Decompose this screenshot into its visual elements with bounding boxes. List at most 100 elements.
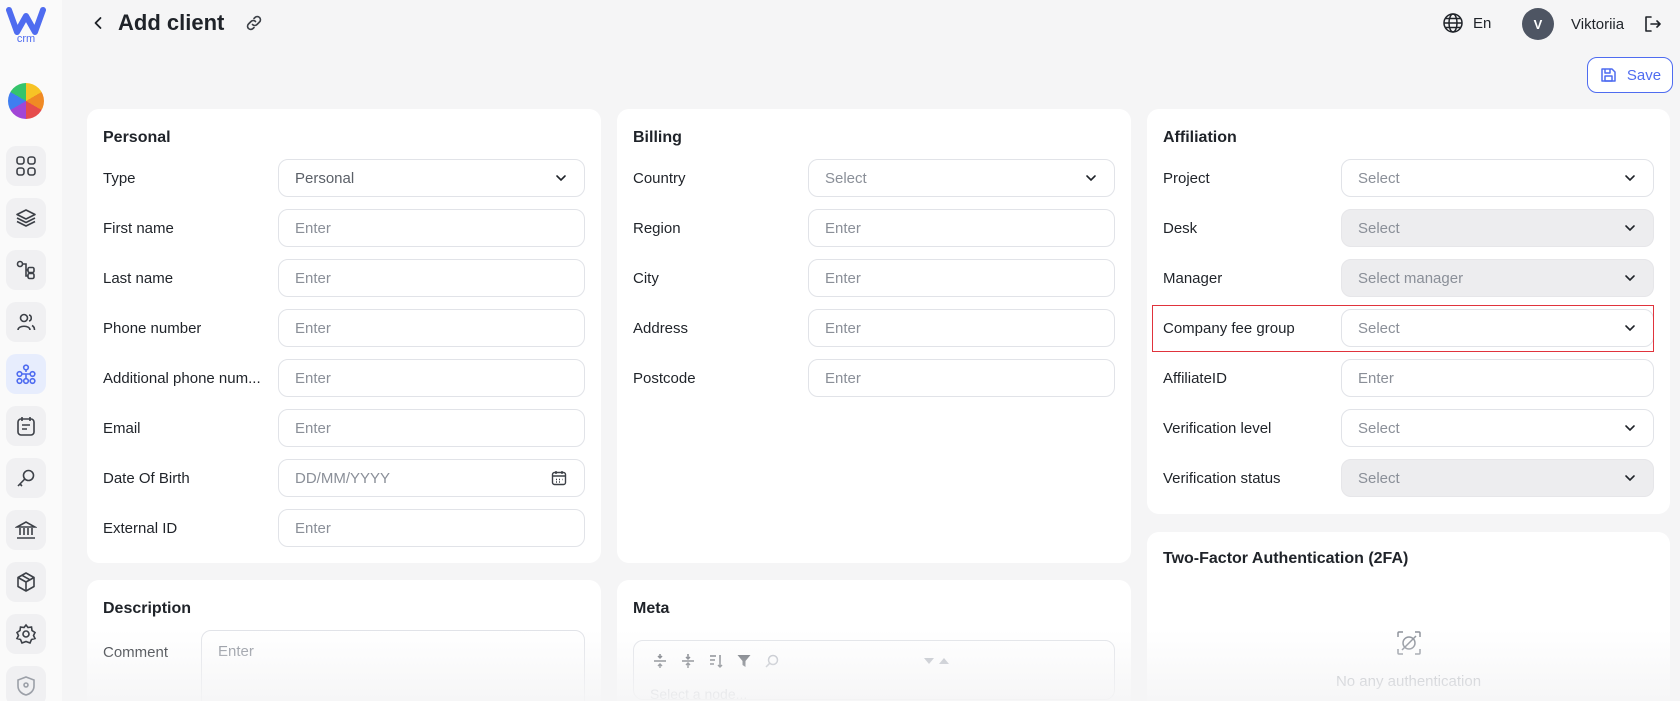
affiliate-id-input[interactable]: Enter: [1341, 359, 1654, 397]
external-id-input[interactable]: Enter: [278, 509, 585, 547]
field-type: Type Personal: [103, 159, 585, 197]
manager-label: Manager: [1163, 269, 1223, 287]
globe-icon: [1443, 13, 1463, 33]
chevron-down-icon: [556, 175, 566, 182]
field-country: Country Select: [633, 159, 1115, 197]
verification-level-select[interactable]: Select: [1341, 409, 1654, 447]
filter-icon[interactable]: [736, 653, 752, 669]
personal-card: Personal Type Personal First name Enter …: [87, 109, 601, 563]
region-input[interactable]: Enter: [808, 209, 1115, 247]
comment-textarea[interactable]: Enter: [201, 630, 585, 701]
field-manager: Manager Select manager: [1163, 259, 1654, 297]
network-icon: [16, 364, 36, 385]
field-date-of-birth: Date Of Birth DD/MM/YYYY: [103, 459, 585, 497]
highlight-box: [1152, 305, 1654, 352]
sort-icon[interactable]: [708, 653, 724, 669]
phone-input[interactable]: Enter: [278, 309, 585, 347]
country-value: Select: [825, 169, 867, 187]
navigate-arrows-icon[interactable]: [922, 655, 952, 667]
color-wheel-icon[interactable]: [8, 83, 44, 119]
sidebar-item-shield[interactable]: [6, 666, 46, 701]
logout-button[interactable]: [1642, 14, 1662, 34]
hierarchy-icon: [16, 260, 35, 280]
sidebar-item-users[interactable]: [6, 302, 46, 342]
sidebar-item-bank[interactable]: [6, 510, 46, 550]
no-authentication-icon: [1396, 631, 1421, 655]
field-email: Email Enter: [103, 409, 585, 447]
desk-label: Desk: [1163, 219, 1198, 237]
email-input[interactable]: Enter: [278, 409, 585, 447]
sidebar-item-network[interactable]: [6, 354, 46, 394]
save-button[interactable]: Save: [1587, 57, 1673, 93]
last-name-label: Last name: [103, 269, 174, 287]
address-input[interactable]: Enter: [808, 309, 1115, 347]
last-name-input[interactable]: Enter: [278, 259, 585, 297]
meta-placeholder: Select a node...: [650, 686, 748, 701]
desk-select[interactable]: Select: [1341, 209, 1654, 247]
field-postcode: Postcode Enter: [633, 359, 1115, 397]
postcode-input[interactable]: Enter: [808, 359, 1115, 397]
sidebar-item-hierarchy[interactable]: [6, 250, 46, 290]
type-label: Type: [103, 169, 136, 187]
chevron-left-icon: [94, 17, 102, 29]
bank-icon: [15, 521, 37, 539]
app-logo[interactable]: crm: [6, 6, 46, 45]
field-city: City Enter: [633, 259, 1115, 297]
phone-label: Phone number: [103, 319, 202, 337]
personal-title: Personal: [103, 129, 171, 146]
tfa-empty-text: No any authentication: [1335, 673, 1482, 690]
sidebar-item-box[interactable]: [6, 562, 46, 602]
verification-status-select[interactable]: Select: [1341, 459, 1654, 497]
link-icon: [247, 15, 262, 31]
save-icon: [1601, 68, 1616, 82]
expand-all-icon[interactable]: [652, 653, 668, 669]
desk-value: Select: [1358, 219, 1400, 237]
field-external-id: External ID Enter: [103, 509, 585, 547]
verification-level-label: Verification level: [1163, 419, 1272, 437]
sidebar-item-settings[interactable]: [6, 614, 46, 654]
sidebar-item-notes[interactable]: [6, 406, 46, 446]
sidebar-item-dashboard[interactable]: [6, 146, 46, 186]
calendar-icon[interactable]: [550, 469, 568, 487]
sidebar-item-key[interactable]: [6, 458, 46, 498]
field-desk: Desk Select: [1163, 209, 1654, 247]
external-id-label: External ID: [103, 519, 178, 537]
country-select[interactable]: Select: [808, 159, 1115, 197]
region-label: Region: [633, 219, 681, 237]
first-name-input[interactable]: Enter: [278, 209, 585, 247]
key-icon: [17, 469, 35, 487]
type-select[interactable]: Personal: [278, 159, 585, 197]
search-icon[interactable]: [764, 653, 780, 669]
tfa-title: Two-Factor Authentication (2FA): [1163, 550, 1409, 567]
dob-input[interactable]: DD/MM/YYYY: [278, 459, 585, 497]
address-label: Address: [633, 319, 689, 337]
language-switcher[interactable]: En: [1442, 12, 1491, 34]
meta-title: Meta: [633, 600, 670, 617]
field-affiliate-id: AffiliateID Enter: [1163, 359, 1654, 397]
description-title: Description: [103, 600, 192, 617]
user-name: Viktoriia: [1571, 15, 1625, 33]
manager-select[interactable]: Select manager: [1341, 259, 1654, 297]
project-select[interactable]: Select: [1341, 159, 1654, 197]
verification-status-label: Verification status: [1163, 469, 1281, 487]
additional-phone-input[interactable]: Enter: [278, 359, 585, 397]
city-input[interactable]: Enter: [808, 259, 1115, 297]
verification-status-value: Select: [1358, 469, 1400, 487]
manager-value: Select manager: [1358, 269, 1464, 287]
meta-toolbar: [652, 653, 952, 669]
back-button[interactable]: [88, 8, 108, 38]
affiliation-title: Affiliation: [1163, 129, 1237, 146]
city-label: City: [633, 269, 659, 287]
first-name-label: First name: [103, 219, 174, 237]
dob-label: Date Of Birth: [103, 469, 190, 487]
user-menu[interactable]: V Viktoriia: [1522, 8, 1662, 40]
sidebar-item-layers[interactable]: [6, 198, 46, 238]
meta-tree-editor[interactable]: Select a node...: [633, 640, 1115, 701]
collapse-all-icon[interactable]: [680, 653, 696, 669]
dashboard-icon: [16, 156, 36, 176]
copy-link-button[interactable]: [244, 13, 264, 33]
affiliate-id-label: AffiliateID: [1163, 369, 1227, 387]
field-address: Address Enter: [633, 309, 1115, 347]
chevron-down-icon: [1086, 175, 1096, 182]
project-value: Select: [1358, 169, 1400, 187]
